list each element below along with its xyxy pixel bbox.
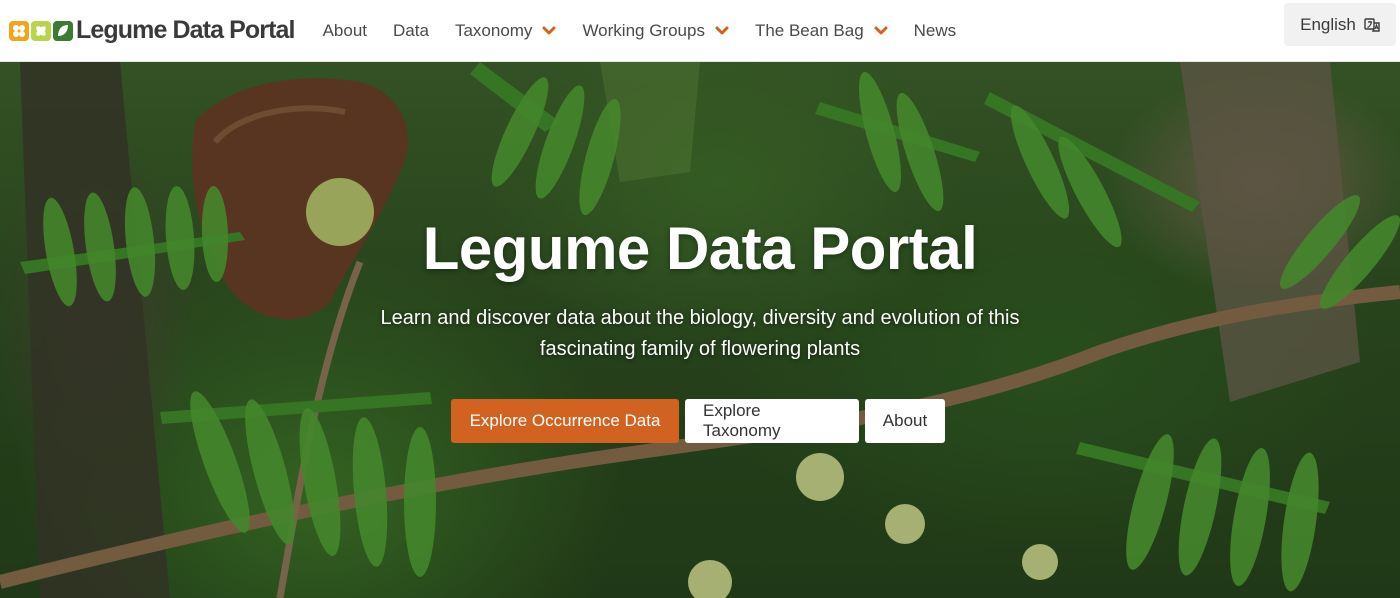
nav-item-label: The Bean Bag [754,20,864,40]
nav-item-about[interactable]: About [323,0,367,62]
about-button[interactable]: About [865,399,945,443]
nav-item-data[interactable]: Data [393,0,429,62]
nav-item-taxonomy[interactable]: Taxonomy [455,0,556,62]
nav-item-working-groups[interactable]: Working Groups [582,0,729,62]
chevron-down-icon [715,26,729,34]
hero-actions: Explore Occurrence Data Explore Taxonomy… [0,399,1398,443]
main-menu: About Data Taxonomy Working Groups The B… [323,0,983,62]
brand-name: Legume Data Portal [76,16,295,44]
nav-item-label: About [322,20,368,40]
nav-item-label: News [913,20,957,40]
language-selector[interactable]: English [1284,3,1396,46]
language-label: English [1300,14,1356,34]
nav-item-label: Data [393,20,429,40]
nav-item-label: Taxonomy [454,20,533,40]
translate-icon [1364,17,1380,32]
hero-title: Legume Data Portal [422,215,978,282]
chevron-down-icon [542,26,556,34]
explore-taxonomy-button[interactable]: Explore Taxonomy [685,399,859,443]
hero-banner: Legume Data Portal Learn and discover da… [0,62,1400,598]
top-navbar: Legume Data Portal About Data Taxonomy W… [0,0,1400,62]
nav-item-news[interactable]: News [914,0,957,62]
nav-item-bean-bag[interactable]: The Bean Bag [755,0,888,62]
hero-subtitle: Learn and discover data about the biolog… [380,307,1020,360]
nav-item-label: Working Groups [582,20,705,40]
brand-logo-link[interactable]: Legume Data Portal [9,0,295,62]
legume-logo-icon [9,20,73,41]
explore-occurrence-button[interactable]: Explore Occurrence Data [451,399,679,443]
chevron-down-icon [874,26,888,34]
